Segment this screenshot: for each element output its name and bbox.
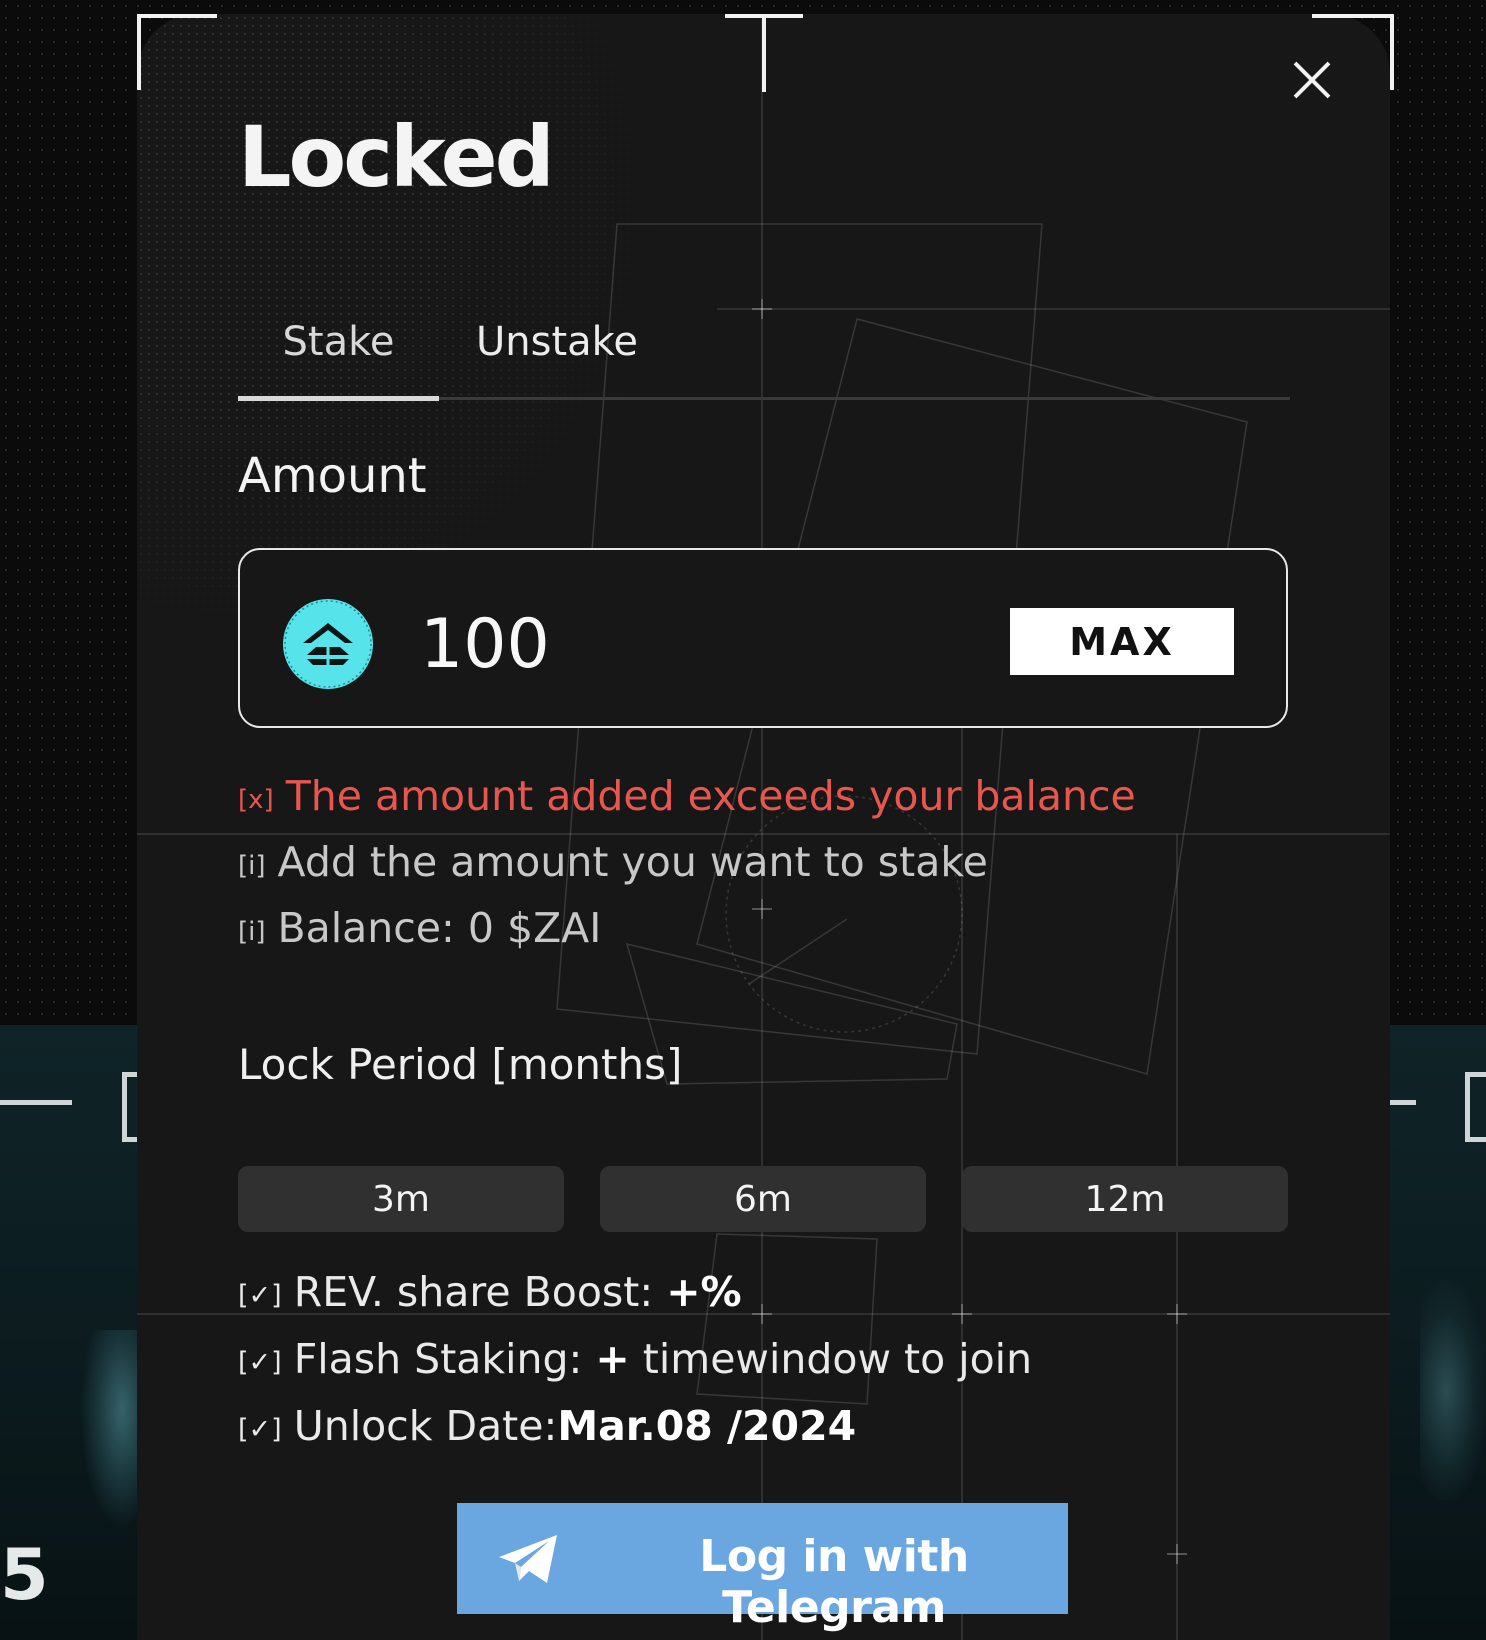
staking-modal	[137, 14, 1390, 1640]
flash-staking-label: Flash Staking:	[293, 1335, 596, 1383]
close-button[interactable]	[1290, 58, 1334, 102]
hint-message: [i] Add the amount you want to stake	[238, 838, 988, 886]
tab-stake[interactable]: Stake	[238, 306, 439, 378]
amount-label: Amount	[238, 448, 427, 504]
tab-active-indicator	[238, 396, 439, 401]
close-icon	[1293, 61, 1331, 99]
modal-title: Locked	[238, 108, 555, 206]
telegram-login-button[interactable]: Log in with Telegram	[457, 1503, 1068, 1633]
error-message: [x] The amount added exceeds your balance	[238, 772, 1136, 820]
flash-staking-suffix: timewindow to join	[629, 1335, 1033, 1383]
background-figure-right	[1420, 1280, 1486, 1500]
flash-staking-value: +	[595, 1335, 630, 1383]
unlock-date-value: Mar.08 /2024	[557, 1402, 857, 1450]
unlock-date-label: Unlock Date:	[293, 1402, 558, 1450]
background-line-left	[0, 1100, 72, 1105]
balance-text: Balance: 0 $ZAI	[277, 904, 602, 952]
modal-top-marker-vertical	[762, 14, 766, 92]
max-button[interactable]: MAX	[1010, 608, 1234, 675]
zai-token-icon	[283, 599, 373, 689]
balance-prefix: [i]	[238, 917, 266, 947]
balance-message: [i] Balance: 0 $ZAI	[238, 904, 601, 952]
background-line-right	[1390, 1100, 1416, 1105]
max-button-label: MAX	[1069, 619, 1175, 664]
tab-unstake[interactable]: Unstake	[476, 306, 676, 378]
period-option-6m[interactable]: 6m	[600, 1166, 926, 1232]
telegram-icon	[499, 1535, 557, 1583]
background-figure-left	[80, 1330, 140, 1530]
background-glyph: 5	[0, 1534, 49, 1616]
check-prefix: [✓]	[238, 1347, 282, 1378]
hint-text: Add the amount you want to stake	[277, 838, 988, 886]
tab-bar: Stake Unstake	[238, 306, 1290, 402]
rev-share-label: REV. share Boost:	[293, 1268, 667, 1316]
hint-prefix: [i]	[238, 851, 266, 881]
benefit-rev-share: [✓] REV. share Boost: +%	[238, 1268, 742, 1316]
check-prefix: [✓]	[238, 1414, 282, 1445]
background-bracket-right	[1465, 1072, 1486, 1142]
error-prefix: [x]	[238, 785, 274, 815]
modal-corner-bracket-left	[137, 14, 217, 90]
period-option-3m[interactable]: 3m	[238, 1166, 564, 1232]
rev-share-value: +%	[666, 1268, 742, 1316]
error-text: The amount added exceeds your balance	[285, 772, 1136, 820]
amount-input-box: MAX	[238, 548, 1288, 728]
benefit-flash-staking: [✓] Flash Staking: + timewindow to join	[238, 1335, 1032, 1383]
period-option-12m[interactable]: 12m	[962, 1166, 1288, 1232]
lock-period-label: Lock Period [months]	[238, 1040, 683, 1089]
check-prefix: [✓]	[238, 1280, 282, 1311]
benefit-unlock-date: [✓] Unlock Date:Mar.08 /2024	[238, 1402, 856, 1450]
telegram-login-label: Log in with Telegram	[699, 1531, 969, 1633]
amount-input[interactable]	[420, 600, 920, 688]
